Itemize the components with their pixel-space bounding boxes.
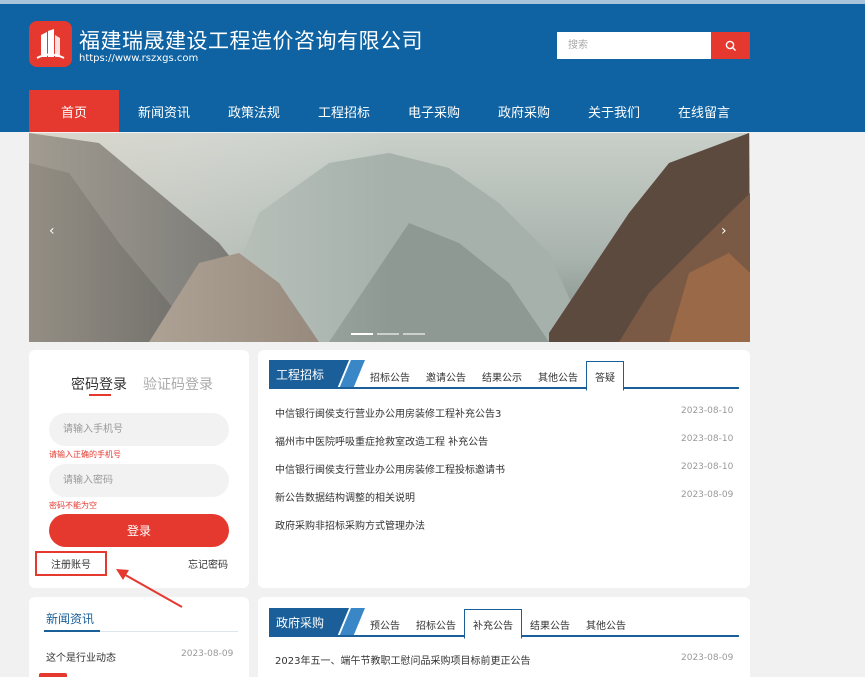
- banner-dot[interactable]: [351, 333, 373, 335]
- search-input[interactable]: [557, 32, 711, 59]
- gov-row-title[interactable]: 2023年五一、端午节教职工慰问品采购项目标前更正公告: [275, 652, 530, 667]
- tab-invitation-notice[interactable]: 邀请公告: [418, 363, 474, 389]
- gov-tabs: 预公告 招标公告 补充公告 结果公告 其他公告: [362, 609, 634, 639]
- tender-row-title[interactable]: 新公告数据结构调整的相关说明: [275, 489, 415, 504]
- gov-row-date: 2023-08-09: [681, 653, 734, 663]
- nav-item-gov-procurement[interactable]: 政府采购: [479, 90, 569, 132]
- news-panel-title[interactable]: 新闻资讯: [46, 610, 94, 627]
- banner-carousel[interactable]: ‹ ›: [29, 133, 750, 342]
- banner-prev-arrow[interactable]: ‹: [49, 223, 55, 239]
- tender-row-date: 2023-08-10: [681, 462, 734, 472]
- news-item-date: 2023-08-09: [181, 649, 234, 659]
- tab-supplementary-notice[interactable]: 补充公告: [464, 609, 522, 639]
- banner-dot[interactable]: [377, 333, 399, 335]
- tab-other-notice[interactable]: 其他公告: [578, 611, 634, 637]
- search-icon: [725, 40, 736, 51]
- tender-panel: 工程招标 招标公告 邀请公告 结果公示 其他公告 答疑 中信银行闽侯支行营业办公…: [258, 350, 750, 588]
- active-tab-underline: [89, 394, 111, 396]
- tab-qa[interactable]: 答疑: [586, 361, 624, 391]
- register-account-link[interactable]: 注册账号: [35, 551, 107, 576]
- nav-item-e-procurement[interactable]: 电子采购: [389, 90, 479, 132]
- banner-pagination: [351, 333, 425, 335]
- tender-section-title: 工程招标: [276, 368, 325, 382]
- nav-item-about[interactable]: 关于我们: [569, 90, 659, 132]
- mountain-banner-image: [29, 133, 750, 342]
- gov-section-title: 政府采购: [276, 616, 325, 630]
- news-panel: 新闻资讯 这个是行业动态 2023-08-09: [29, 597, 249, 677]
- banner-next-arrow[interactable]: ›: [721, 223, 727, 239]
- phone-input[interactable]: [49, 413, 229, 446]
- site-url[interactable]: https://www.rszxgs.com: [79, 53, 198, 64]
- company-logo[interactable]: [29, 21, 72, 67]
- tab-password-login[interactable]: 密码登录: [71, 374, 127, 394]
- tender-row-date: 2023-08-10: [681, 406, 734, 416]
- tender-tabs: 招标公告 邀请公告 结果公示 其他公告 答疑: [362, 361, 624, 391]
- gov-section-label: 政府采购: [269, 608, 365, 637]
- tender-row-title[interactable]: 中信银行闽侯支行营业办公用房装修工程投标邀请书: [275, 461, 505, 476]
- news-item-badge: [39, 673, 67, 677]
- password-input[interactable]: [49, 464, 229, 497]
- tender-row-title[interactable]: 福州市中医院呼吸重症抢救室改造工程 补充公告: [275, 433, 488, 448]
- main-nav: 首页 新闻资讯 政策法规 工程招标 电子采购 政府采购 关于我们 在线留言: [29, 90, 750, 132]
- nav-item-message[interactable]: 在线留言: [659, 90, 749, 132]
- tab-tender-notice[interactable]: 招标公告: [408, 611, 464, 637]
- banner-dot[interactable]: [403, 333, 425, 335]
- gov-procurement-panel: 政府采购 预公告 招标公告 补充公告 结果公告 其他公告 2023年五一、端午节…: [258, 597, 750, 677]
- tender-row-date: 2023-08-10: [681, 434, 734, 444]
- building-logo-icon: [36, 29, 65, 59]
- tender-row-date: 2023-08-09: [681, 490, 734, 500]
- tab-result-notice[interactable]: 结果公告: [522, 611, 578, 637]
- tab-tender-notice[interactable]: 招标公告: [362, 363, 418, 389]
- password-error-text: 密码不能为空: [49, 501, 97, 510]
- tender-section-label: 工程招标: [269, 360, 365, 389]
- search-button[interactable]: [711, 32, 750, 59]
- tab-result-notice[interactable]: 结果公示: [474, 363, 530, 389]
- tab-other-notice[interactable]: 其他公告: [530, 363, 586, 389]
- news-item-title[interactable]: 这个是行业动态: [46, 649, 116, 664]
- nav-item-home[interactable]: 首页: [29, 90, 119, 132]
- tab-code-login[interactable]: 验证码登录: [143, 374, 213, 394]
- tab-pre-notice[interactable]: 预公告: [362, 611, 408, 637]
- login-button[interactable]: 登录: [49, 514, 229, 547]
- tender-row-title[interactable]: 政府采购非招标采购方式管理办法: [275, 517, 425, 532]
- nav-item-news[interactable]: 新闻资讯: [119, 90, 209, 132]
- phone-error-text: 请输入正确的手机号: [49, 450, 121, 459]
- news-divider-accent: [44, 630, 100, 632]
- login-panel: 密码登录 验证码登录 请输入正确的手机号 密码不能为空 登录 注册账号 忘记密码: [29, 350, 249, 588]
- forgot-password-link[interactable]: 忘记密码: [188, 556, 228, 571]
- site-title: 福建瑞晟建设工程造价咨询有限公司: [79, 29, 423, 53]
- nav-item-tender[interactable]: 工程招标: [299, 90, 389, 132]
- nav-item-policy[interactable]: 政策法规: [209, 90, 299, 132]
- tender-row-title[interactable]: 中信银行闽侯支行营业办公用房装修工程补充公告3: [275, 405, 501, 420]
